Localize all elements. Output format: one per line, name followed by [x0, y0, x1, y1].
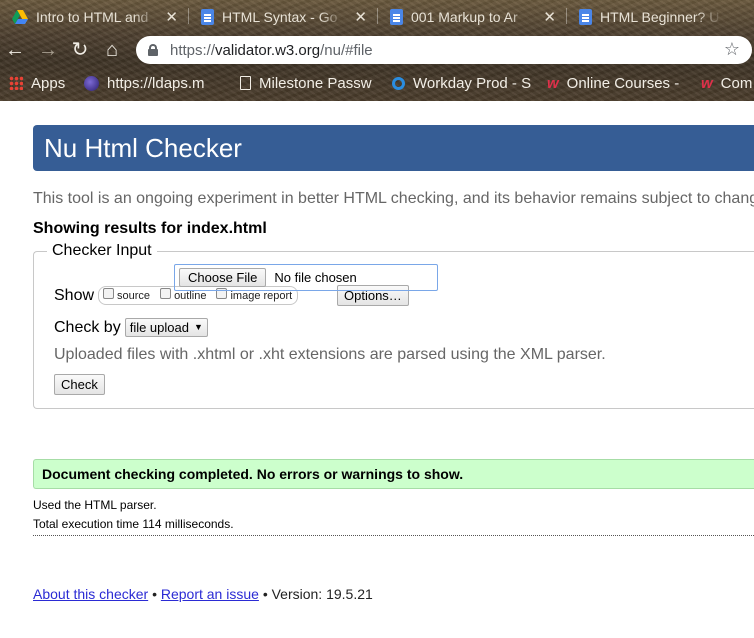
dotted-divider [33, 535, 754, 536]
bookmark-label: Com [720, 74, 753, 92]
check-button[interactable]: Check [54, 374, 105, 395]
outline-checkbox[interactable] [160, 288, 172, 299]
page-title: Nu Html Checker [33, 125, 754, 171]
browser-tab-4[interactable]: HTML Beginner? U [567, 2, 754, 32]
close-tab-icon[interactable]: ✕ [543, 8, 556, 26]
url-path: /nu/#file [320, 41, 373, 59]
intro-text: This tool is an ongoing experiment in be… [33, 190, 754, 207]
tab-title: HTML Beginner? U [600, 9, 720, 25]
w-logo-icon: w [547, 74, 559, 92]
check-by-selected-value: file upload [129, 320, 189, 335]
browser-tab-2[interactable]: HTML Syntax - Go ✕ [189, 2, 377, 32]
show-outline-option[interactable]: outline [160, 288, 207, 302]
page-content: Nu Html Checker This tool is an ongoing … [0, 101, 754, 638]
w-logo-icon: w [701, 74, 713, 92]
dropdown-arrow-icon: ▼ [193, 322, 203, 332]
page-icon [240, 76, 251, 90]
results-heading: Showing results for index.html [33, 220, 267, 237]
parser-details: Used the HTML parser. Total execution ti… [33, 496, 234, 534]
bookmark-com[interactable]: w Com [701, 73, 752, 93]
file-input[interactable]: Choose File No file chosen [174, 264, 438, 291]
tab-title: 001 Markup to Ar [411, 9, 518, 25]
footer-separator: • [262, 586, 268, 602]
browser-toolbar: ← → ↻ ⌂ https://validator.w3.org/nu/#fil… [0, 34, 754, 66]
check-by-label: Check by [54, 318, 121, 336]
url-host: validator.w3.org [215, 41, 321, 59]
source-checkbox[interactable] [103, 288, 115, 299]
check-by-row: Check by file upload ▼ [54, 318, 208, 337]
bookmark-ldaps[interactable]: https://ldaps.m [84, 73, 205, 93]
bookmark-label: Workday Prod - S [413, 74, 532, 92]
workday-ring-icon [392, 76, 405, 90]
source-label: source [117, 289, 151, 302]
success-message: Document checking completed. No errors o… [33, 459, 754, 489]
show-label: Show [54, 286, 95, 304]
google-docs-icon [579, 9, 592, 25]
parser-used-text: Used the HTML parser. [33, 498, 157, 512]
bookmark-label: Milestone Passw [259, 74, 372, 92]
xml-parser-hint: Uploaded files with .xhtml or .xht exten… [54, 346, 606, 363]
bookmark-workday[interactable]: Workday Prod - S [392, 73, 531, 93]
file-status: No file chosen [274, 270, 357, 285]
lock-icon [148, 44, 158, 56]
outline-label: outline [174, 289, 207, 302]
image-report-label: image report [230, 289, 293, 302]
home-icon[interactable]: ⌂ [101, 39, 123, 61]
apps-grid-icon [9, 76, 23, 90]
bookmark-online-courses[interactable]: w Online Courses - [547, 73, 679, 93]
site-orb-icon [84, 75, 99, 91]
choose-file-button[interactable]: Choose File [179, 268, 267, 287]
tab-title: Intro to HTML and [36, 9, 149, 25]
footer: About this checker • Report an issue • V… [33, 586, 373, 602]
bookmarks-bar: Apps https://ldaps.m Milestone Passw Wor… [0, 68, 754, 98]
report-issue-link[interactable]: Report an issue [161, 586, 259, 602]
bookmark-apps[interactable]: Apps [9, 73, 65, 93]
google-docs-icon [201, 9, 214, 25]
browser-tab-1[interactable]: Intro to HTML and ✕ [0, 2, 188, 32]
browser-chrome: Intro to HTML and ✕ HTML Syntax - Go ✕ 0… [0, 0, 754, 101]
tab-title: HTML Syntax - Go [222, 9, 338, 25]
bookmark-milestone[interactable]: Milestone Passw [240, 73, 372, 93]
bookmark-label: Online Courses - [566, 74, 680, 92]
check-by-select[interactable]: file upload ▼ [124, 318, 208, 337]
google-docs-icon [390, 9, 403, 25]
bookmark-label: https://ldaps.m [107, 74, 205, 92]
bookmark-label: Apps [31, 74, 66, 92]
version-text: Version: 19.5.21 [271, 586, 373, 602]
execution-time-text: Total execution time 114 milliseconds. [33, 517, 234, 531]
about-checker-link[interactable]: About this checker [33, 586, 148, 602]
google-drive-icon [12, 10, 28, 24]
url-scheme: https:// [170, 41, 216, 59]
checker-input-legend: Checker Input [47, 242, 157, 260]
show-source-option[interactable]: source [103, 288, 151, 302]
bookmark-star-icon[interactable]: ☆ [724, 39, 740, 60]
close-tab-icon[interactable]: ✕ [165, 8, 178, 26]
reload-icon[interactable]: ↻ [69, 39, 91, 61]
browser-tab-3[interactable]: 001 Markup to Ar ✕ [378, 2, 566, 32]
back-arrow-icon[interactable]: ← [4, 39, 26, 61]
close-tab-icon[interactable]: ✕ [354, 8, 367, 26]
tab-strip: Intro to HTML and ✕ HTML Syntax - Go ✕ 0… [0, 0, 754, 32]
footer-separator: • [152, 586, 157, 602]
forward-arrow-icon[interactable]: → [37, 39, 59, 61]
show-image-report-option[interactable]: image report [216, 288, 293, 302]
address-bar[interactable]: https://validator.w3.org/nu/#file ☆ [136, 36, 752, 64]
